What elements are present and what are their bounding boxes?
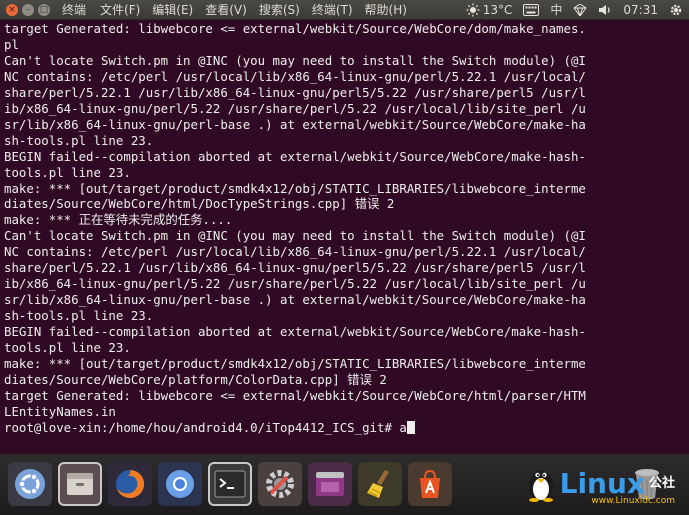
close-window-button[interactable]: × [6,3,18,16]
input-method-indicator[interactable]: 中 [550,1,562,18]
terminal-line: ib/x86_64-linux-gnu/perl/5.22 /usr/share… [4,100,586,116]
temperature-label: 13°C [482,2,513,17]
network-icon [573,3,588,16]
minimize-window-button[interactable]: – [22,3,34,16]
terminal-line: diates/Source/WebCore/html/DocTypeString… [4,196,395,212]
clock[interactable]: 07:31 [623,3,658,17]
terminal-line: share/perl/5.22.1 /usr/lib/x86_64-linux-… [4,260,586,276]
menu-help[interactable]: 帮助(H) [365,1,407,18]
menu-bar: 文件(F) 编辑(E) 查看(V) 搜索(S) 终端(T) 帮助(H) [100,1,407,18]
terminal-line: pl [4,36,19,52]
volume-indicator[interactable] [598,4,612,16]
network-indicator[interactable] [573,3,588,16]
command-input[interactable]: a [399,420,406,435]
dock-item-files[interactable] [58,462,102,506]
ubuntu-software-icon [316,472,344,496]
dock-item-bleachbit[interactable] [358,462,402,506]
keyboard-indicator[interactable] [523,3,540,16]
maximize-window-button[interactable]: □ [38,3,50,16]
terminal-line: target Generated: libwebcore <= external… [4,21,586,36]
terminal-line: LEntityNames.in [4,403,116,419]
top-panel: × – □ 终端 文件(F) 编辑(E) 查看(V) 搜索(S) 终端(T) 帮… [0,0,689,20]
terminal-line: tools.pl line 23. [4,164,131,180]
dock-item-software-center[interactable] [408,462,452,506]
terminal-line: target Generated: libwebcore <= external… [4,387,586,403]
software-center-icon [420,469,440,498]
terminal-line: ib/x86_64-linux-gnu/perl/5.22 /usr/share… [4,276,586,292]
keyboard-icon [523,3,540,16]
dock-item-terminal[interactable] [208,462,252,506]
gear-icon [670,4,682,15]
terminal-line: make: *** [out/target/product/smdk4x12/o… [4,356,586,372]
terminal-line: make: *** 正在等待未完成的任务.... [4,212,233,228]
shell-prompt: root@love-xin:/home/hou/android4.0/iTop4… [4,419,400,435]
weather-icon [466,3,480,16]
terminal-line: BEGIN failed--compilation aborted at ext… [4,148,586,164]
dock-item-chromium[interactable] [158,462,202,506]
dock-item-ubuntu[interactable] [8,462,52,506]
menu-file[interactable]: 文件(F) [100,1,140,18]
terminal-output[interactable]: target Generated: libwebcore <= external… [4,21,687,446]
chromium-icon [166,470,194,498]
terminal-line: sr/lib/x86_64-linux-gnu/perl-base .) at … [4,292,586,308]
speaker-icon [599,4,611,15]
system-settings-icon [266,470,294,498]
terminal-line: NC contains: /etc/perl /usr/local/lib/x8… [4,68,586,84]
dock-item-settings[interactable] [258,462,302,506]
terminal-line: Can't locate Switch.pm in @INC (you may … [4,228,586,244]
text-cursor [406,420,415,434]
terminal-icon [214,470,246,498]
terminal-line: make: *** [out/target/product/smdk4x12/o… [4,180,586,196]
terminal-line: Can't locate Switch.pm in @INC (you may … [4,52,586,68]
firefox-icon [116,469,145,498]
indicator-area: 13°C 中 07:31 [466,1,683,18]
ubuntu-icon [15,469,45,499]
menu-view[interactable]: 查看(V) [205,1,247,18]
watermark-brand: Linux [559,467,645,500]
terminal-line: sh-tools.pl line 23. [4,308,154,324]
weather-indicator[interactable]: 13°C [466,2,513,17]
bleachbit-icon [367,470,389,498]
file-manager-icon [67,473,93,495]
watermark-brand-cn: 公社 [648,475,675,491]
menu-search[interactable]: 搜索(S) [259,1,300,18]
session-indicator[interactable] [669,3,683,17]
menu-terminal[interactable]: 终端(T) [312,1,353,18]
dock-item-software[interactable] [308,462,352,506]
menu-edit[interactable]: 编辑(E) [152,1,193,18]
terminal-line: share/perl/5.22.1 /usr/lib/x86_64-linux-… [4,84,586,100]
terminal-line: tools.pl line 23. [4,340,131,356]
terminal-line: sr/lib/x86_64-linux-gnu/perl-base .) at … [4,116,586,132]
terminal-line: BEGIN failed--compilation aborted at ext… [4,324,586,340]
dock-item-firefox[interactable] [108,462,152,506]
window-controls: × – □ [6,3,50,16]
terminal-line: NC contains: /etc/perl /usr/local/lib/x8… [4,244,586,260]
terminal-line: diates/Source/WebCore/platform/ColorData… [4,371,387,387]
terminal-line: sh-tools.pl line 23. [4,132,154,148]
app-title: 终端 [62,3,87,17]
tux-penguin-icon [528,471,553,502]
watermark-url: www.Linuxidc.com [591,496,675,506]
